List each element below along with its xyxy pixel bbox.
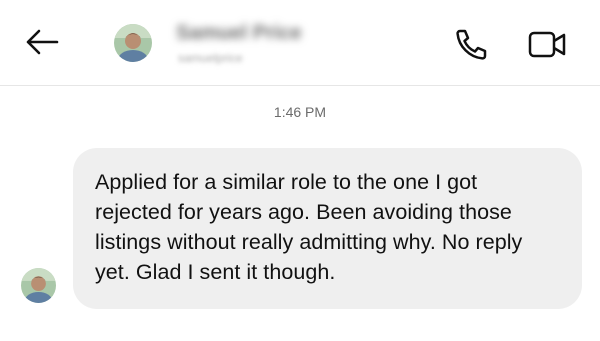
contact-name: Samuel Price (176, 22, 302, 44)
chat-screen: Samuel Price samuelprice 1:46 PM Applied… (0, 0, 600, 341)
message-timestamp: 1:46 PM (273, 104, 327, 120)
contact-avatar[interactable] (114, 24, 152, 62)
back-button[interactable] (22, 26, 62, 58)
call-button[interactable] (450, 26, 490, 62)
sender-avatar[interactable] (21, 268, 56, 303)
arrow-left-icon (26, 29, 59, 55)
contact-username: samuelprice (178, 51, 243, 65)
contact-info[interactable]: Samuel Price samuelprice (176, 20, 366, 70)
video-call-button[interactable] (524, 26, 566, 62)
phone-icon (456, 29, 487, 60)
message-bubble[interactable]: Applied for a similar role to the one I … (73, 148, 582, 309)
chat-header: Samuel Price samuelprice (0, 0, 600, 86)
video-camera-icon (528, 31, 566, 58)
